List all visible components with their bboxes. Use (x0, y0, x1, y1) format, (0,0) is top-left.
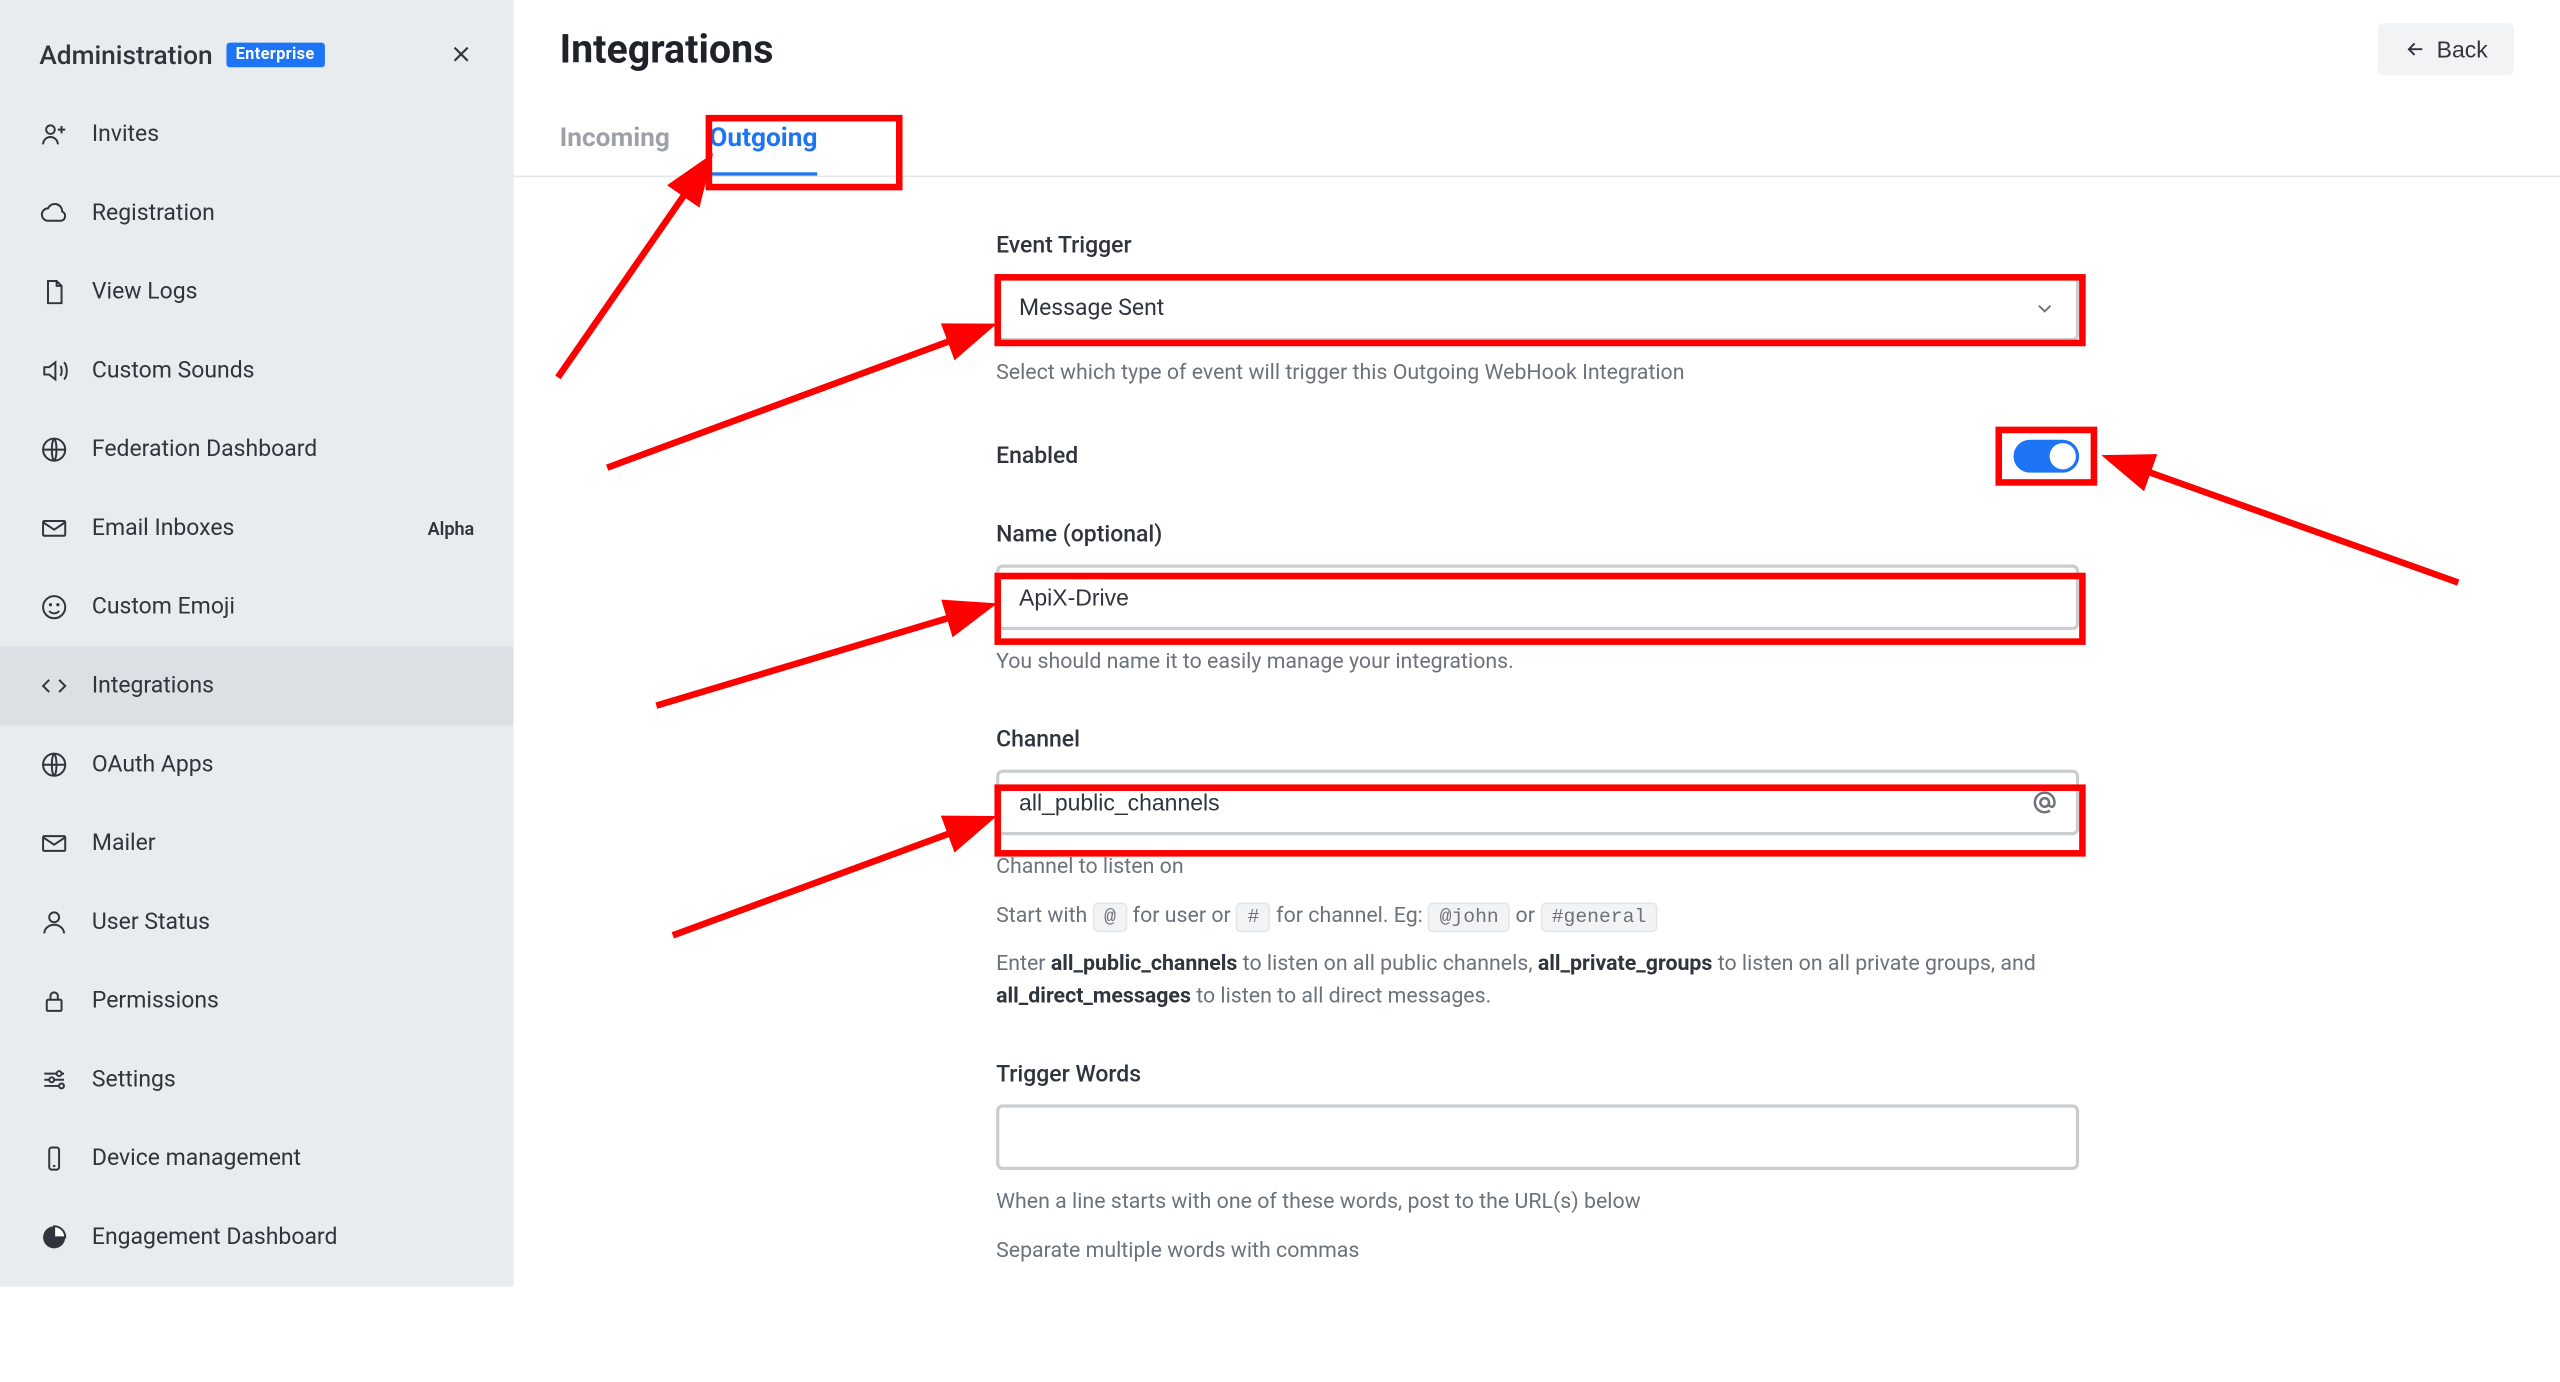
back-button[interactable]: Back (2378, 23, 2514, 76)
trigger-words-help-2: Separate multiple words with commas (996, 1235, 2079, 1267)
sidebar-item-user-status[interactable]: User Status (0, 883, 514, 962)
channel-help-2: Start with @ for user or # for channel. … (996, 900, 2079, 932)
name-input[interactable] (996, 564, 2079, 630)
channel-label: Channel (996, 727, 2079, 753)
sidebar-item-label: Engagement Dashboard (92, 1224, 474, 1250)
sidebar-item-label: Invites (92, 121, 474, 147)
page-title: Integrations (560, 26, 774, 72)
sidebar-item-label: Device management (92, 1145, 474, 1171)
sidebar-item-device-management[interactable]: Device management (0, 1119, 514, 1198)
at-icon (2030, 788, 2060, 818)
globe-icon (39, 435, 69, 465)
sidebar-item-label: User Status (92, 909, 474, 935)
event-trigger-value: Message Sent (1019, 295, 1164, 321)
trigger-words-help-1: When a line starts with one of these wor… (996, 1186, 2079, 1218)
field-trigger-words: Trigger Words When a line starts with on… (996, 1062, 2079, 1267)
page-header: Integrations Back (514, 0, 2560, 105)
sidebar-item-federation-dashboard[interactable]: Federation Dashboard (0, 410, 514, 489)
sound-icon (39, 356, 69, 386)
sidebar-item-view-logs[interactable]: View Logs (0, 253, 514, 332)
mail-icon (39, 829, 69, 859)
sidebar-header: Administration Enterprise (0, 0, 514, 92)
field-name: Name (optional) You should name it to ea… (996, 521, 2079, 678)
pie-icon (39, 1223, 69, 1253)
trigger-words-input[interactable] (996, 1104, 2079, 1170)
sidebar-item-label: Federation Dashboard (92, 437, 474, 463)
sidebar-item-label: View Logs (92, 279, 474, 305)
code-icon (39, 671, 69, 701)
emoji-icon (39, 592, 69, 622)
channel-input[interactable] (996, 770, 2079, 836)
sidebar-item-label: Custom Emoji (92, 594, 474, 620)
sidebar-item-label: Email Inboxes (92, 515, 428, 541)
tab-incoming[interactable]: Incoming (560, 105, 670, 176)
sidebar-item-registration[interactable]: Registration (0, 174, 514, 253)
arrow-left-icon (2404, 38, 2427, 61)
form: Event Trigger Message Sent Select which … (514, 177, 2560, 1381)
event-trigger-label: Event Trigger (996, 233, 2079, 259)
device-icon (39, 1144, 69, 1174)
settings-icon (39, 1065, 69, 1095)
sidebar-item-mailer[interactable]: Mailer (0, 804, 514, 883)
sidebar-item-label: Custom Sounds (92, 358, 474, 384)
enterprise-badge: Enterprise (226, 42, 325, 67)
sidebar-item-tag: Alpha (428, 518, 475, 539)
sidebar-item-label: Registration (92, 200, 474, 226)
close-icon[interactable] (441, 34, 480, 73)
user-icon (39, 907, 69, 937)
sidebar-item-label: OAuth Apps (92, 752, 474, 778)
sidebar-nav: Invites Registration View Logs Custom Sound… (0, 92, 514, 1277)
sidebar-item-engagement-dashboard[interactable]: Engagement Dashboard (0, 1198, 514, 1277)
sidebar-item-oauth-apps[interactable]: OAuth Apps (0, 725, 514, 804)
channel-help-3: Enter all_public_channels to listen on a… (996, 948, 2079, 1012)
field-enabled: Enabled (996, 439, 2079, 472)
enabled-toggle[interactable] (2014, 439, 2080, 472)
cloud-icon (39, 199, 69, 229)
sidebar-item-custom-emoji[interactable]: Custom Emoji (0, 568, 514, 647)
trigger-words-label: Trigger Words (996, 1062, 2079, 1088)
main-content: Integrations Back Incoming Outgoing Even… (514, 0, 2560, 1287)
name-label: Name (optional) (996, 521, 2079, 547)
channel-help-1: Channel to listen on (996, 852, 2079, 884)
admin-sidebar: Administration Enterprise Invites Registr… (0, 0, 514, 1287)
sidebar-item-invites[interactable]: Invites (0, 95, 514, 174)
name-help: You should name it to easily manage your… (996, 646, 2079, 678)
mail-icon (39, 514, 69, 544)
sidebar-item-settings[interactable]: Settings (0, 1040, 514, 1119)
sidebar-item-permissions[interactable]: Permissions (0, 962, 514, 1041)
sidebar-item-integrations[interactable]: Integrations (0, 647, 514, 726)
field-event-trigger: Event Trigger Message Sent Select which … (996, 233, 2079, 390)
document-icon (39, 277, 69, 307)
sidebar-item-custom-sounds[interactable]: Custom Sounds (0, 331, 514, 410)
event-trigger-help: Select which type of event will trigger … (996, 358, 2079, 390)
user-plus-icon (39, 120, 69, 150)
globe-icon (39, 750, 69, 780)
back-button-label: Back (2437, 36, 2488, 62)
lock-icon (39, 986, 69, 1016)
sidebar-item-email-inboxes[interactable]: Email InboxesAlpha (0, 489, 514, 568)
sidebar-item-label: Integrations (92, 673, 474, 699)
tab-outgoing[interactable]: Outgoing (709, 105, 817, 176)
enabled-label: Enabled (996, 442, 1078, 468)
sidebar-title: Administration (39, 39, 212, 70)
chevron-down-icon (2033, 297, 2056, 320)
field-channel: Channel Channel to listen on Start with … (996, 727, 2079, 1013)
event-trigger-select[interactable]: Message Sent (996, 276, 2079, 342)
sidebar-item-label: Permissions (92, 988, 474, 1014)
sidebar-item-label: Settings (92, 1067, 474, 1093)
sidebar-item-label: Mailer (92, 830, 474, 856)
tabs: Incoming Outgoing (514, 105, 2560, 177)
